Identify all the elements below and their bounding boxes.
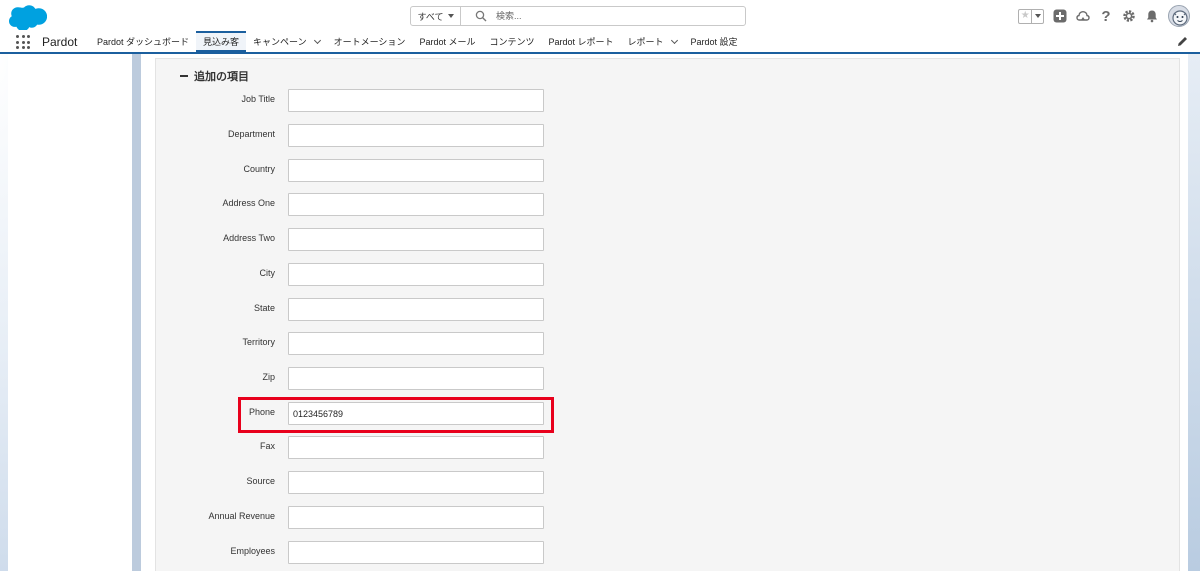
- star-icon[interactable]: ★: [1019, 10, 1031, 23]
- tab-label: オートメーション: [333, 37, 406, 47]
- field-label: Job Title: [241, 94, 275, 104]
- chevron-down-icon[interactable]: [670, 36, 678, 44]
- tab-label: コンテンツ: [489, 37, 535, 47]
- global-search: すべて: [410, 6, 746, 26]
- section-header-additional-fields[interactable]: 追加の項目: [180, 68, 249, 84]
- left-panel: [8, 54, 132, 571]
- field-label: Address One: [222, 198, 275, 208]
- territory-input[interactable]: [288, 332, 544, 355]
- field-row-city: City: [160, 263, 560, 286]
- field-label: Country: [243, 164, 275, 174]
- search-input[interactable]: [496, 11, 736, 21]
- fax-input[interactable]: [288, 436, 544, 459]
- search-scope-dropdown[interactable]: すべて: [411, 7, 461, 25]
- field-row-zip: Zip: [160, 367, 560, 390]
- field-row-job-title: Job Title: [160, 89, 560, 112]
- field-row-address-one: Address One: [160, 193, 560, 216]
- notification-bell-icon[interactable]: [1145, 9, 1159, 23]
- app-launcher-icon[interactable]: [16, 35, 30, 49]
- field-label: Annual Revenue: [208, 511, 275, 521]
- favorites-control[interactable]: ★: [1018, 8, 1044, 24]
- field-row-country: Country: [160, 159, 560, 182]
- field-row-fax: Fax: [160, 436, 560, 459]
- field-row-annual-revenue: Annual Revenue: [160, 506, 560, 529]
- global-header: すべて ★ ?: [0, 0, 1200, 31]
- field-row-employees: Employees: [160, 541, 560, 564]
- section-title: 追加の項目: [194, 71, 249, 83]
- tab-prospects[interactable]: 見込み客: [196, 31, 247, 52]
- tab-label: キャンペーン: [253, 37, 307, 47]
- tab-label: Pardot レポート: [548, 37, 614, 47]
- trailhead-icon[interactable]: [1076, 9, 1090, 23]
- caret-down-icon: [447, 14, 454, 18]
- tab-label: Pardot 設定: [690, 37, 738, 47]
- employees-input[interactable]: [288, 541, 544, 564]
- field-label: State: [253, 303, 275, 313]
- tab-content[interactable]: コンテンツ: [482, 31, 541, 52]
- tab-automation[interactable]: オートメーション: [327, 31, 413, 52]
- source-input[interactable]: [288, 471, 544, 494]
- tab-pardot-email[interactable]: Pardot メール: [412, 31, 482, 52]
- help-icon[interactable]: ?: [1099, 9, 1113, 24]
- field-label: Zip: [262, 372, 275, 382]
- field-label: Territory: [242, 337, 275, 347]
- field-row-source: Source: [160, 471, 560, 494]
- city-input[interactable]: [288, 263, 544, 286]
- phone-highlight-annotation: [238, 397, 554, 433]
- country-input[interactable]: [288, 159, 544, 182]
- tab-label: Pardot ダッシュボード: [97, 37, 190, 47]
- favorites-dropdown[interactable]: [1031, 9, 1043, 23]
- field-label: Address Two: [223, 233, 275, 243]
- field-label: City: [259, 268, 276, 278]
- salesforce-logo[interactable]: [9, 4, 47, 30]
- address-two-input[interactable]: [288, 228, 544, 251]
- collapse-minus-icon[interactable]: [180, 75, 188, 77]
- address-one-input[interactable]: [288, 193, 544, 216]
- header-utility-icons: ★ ?: [1018, 4, 1190, 28]
- department-input[interactable]: [288, 124, 544, 147]
- nav-tabs: Pardot ダッシュボード 見込み客 キャンペーン オートメーション Pard…: [90, 31, 745, 52]
- tab-label: レポート: [627, 37, 664, 47]
- left-divider: [132, 54, 141, 571]
- chevron-down-icon[interactable]: [313, 36, 321, 44]
- tab-label: Pardot メール: [419, 37, 476, 47]
- tab-label: 見込み客: [203, 37, 240, 47]
- field-row-department: Department: [160, 124, 560, 147]
- annual-revenue-input[interactable]: [288, 506, 544, 529]
- field-label: Source: [246, 476, 275, 486]
- tab-campaigns[interactable]: キャンペーン: [246, 31, 327, 52]
- search-icon: [475, 10, 487, 22]
- add-icon[interactable]: [1053, 9, 1067, 23]
- edit-pencil-icon[interactable]: [1177, 36, 1188, 47]
- job-title-input[interactable]: [288, 89, 544, 112]
- tab-reports[interactable]: レポート: [621, 31, 684, 52]
- state-input[interactable]: [288, 298, 544, 321]
- field-label: Employees: [230, 546, 275, 556]
- field-label: Department: [227, 129, 275, 139]
- tab-pardot-dashboard[interactable]: Pardot ダッシュボード: [90, 31, 196, 52]
- field-row-address-two: Address Two: [160, 228, 560, 251]
- app-name: Pardot: [42, 35, 78, 49]
- settings-icon[interactable]: [1122, 9, 1136, 23]
- field-row-state: State: [160, 298, 560, 321]
- field-row-territory: Territory: [160, 332, 560, 355]
- app-navigation-bar: Pardot Pardot ダッシュボード 見込み客 キャンペーン オートメーシ…: [0, 31, 1200, 52]
- tab-pardot-settings[interactable]: Pardot 設定: [684, 31, 745, 52]
- tab-pardot-reports[interactable]: Pardot レポート: [541, 31, 620, 52]
- user-avatar[interactable]: [1168, 5, 1190, 27]
- zip-input[interactable]: [288, 367, 544, 390]
- caret-down-icon: [1034, 14, 1041, 18]
- search-scope-label: すべて: [417, 11, 444, 22]
- field-label: Fax: [259, 441, 275, 451]
- background-right: [1188, 54, 1200, 571]
